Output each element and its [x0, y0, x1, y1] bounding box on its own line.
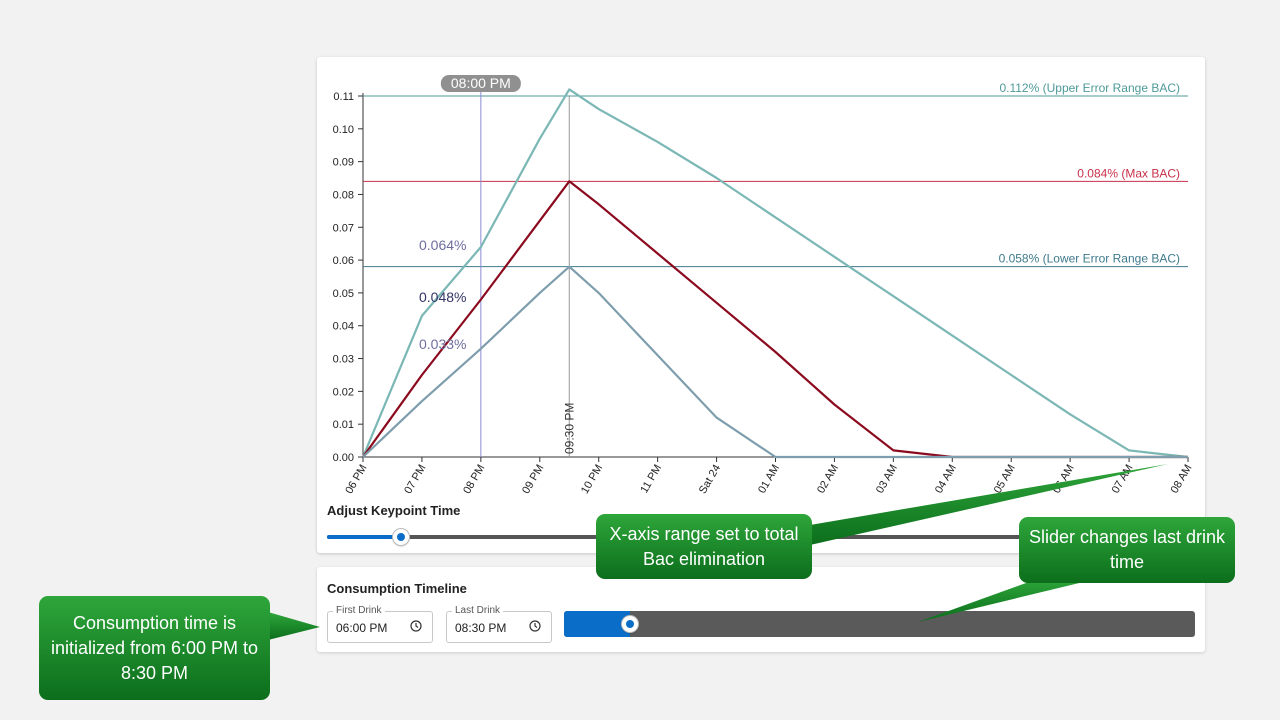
callout-xaxis-text: X-axis range set to total Bac eliminatio…	[609, 523, 799, 569]
callout-slider-pointer	[918, 578, 1100, 622]
callout-consumption-pointer	[268, 612, 320, 640]
callout-consumption: Consumption time is initialized from 6:0…	[39, 596, 270, 700]
callout-consumption-text: Consumption time is initialized from 6:0…	[50, 612, 259, 683]
callout-slider-text: Slider changes last drink time	[1028, 527, 1226, 572]
callout-slider: Slider changes last drink time	[1019, 517, 1235, 583]
callout-xaxis: X-axis range set to total Bac eliminatio…	[596, 514, 812, 579]
